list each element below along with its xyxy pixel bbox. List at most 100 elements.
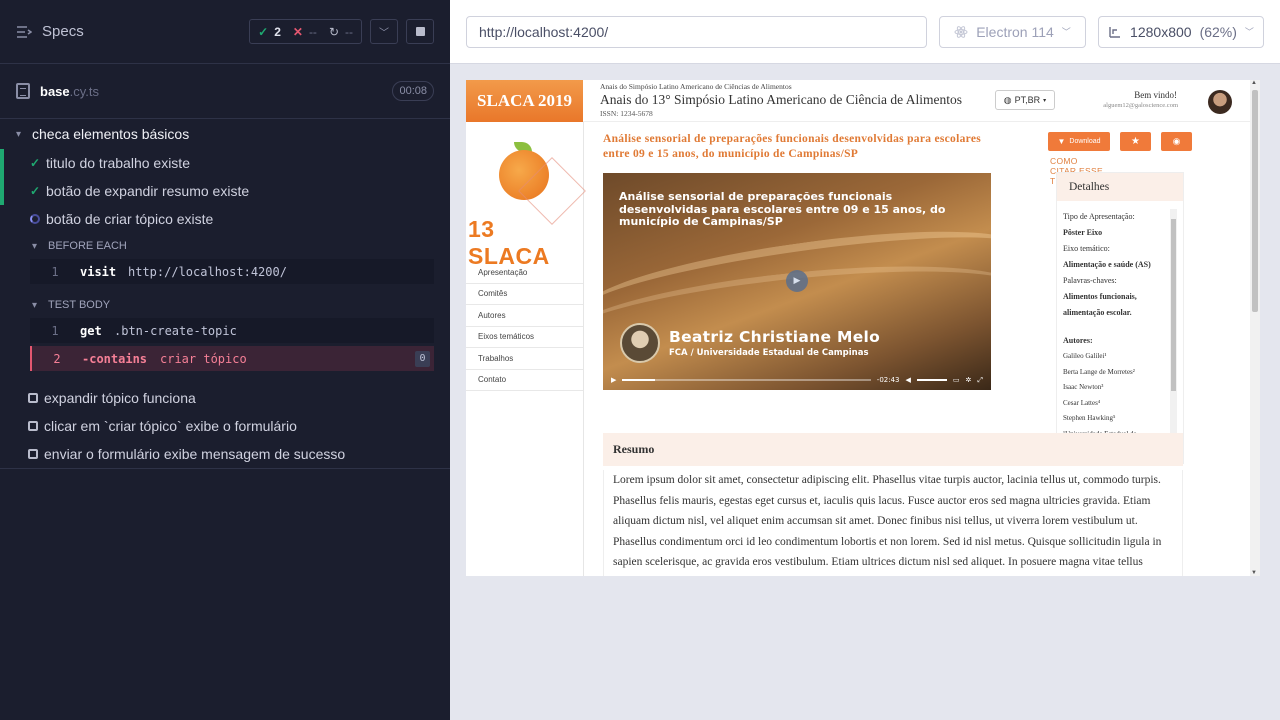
play-overlay-button[interactable]: ▶: [786, 270, 808, 292]
scroll-down-icon[interactable]: ▼: [1251, 570, 1257, 576]
nav-item-autores[interactable]: Autores: [466, 305, 583, 327]
author-name: Isaac Newton³: [1063, 383, 1104, 391]
settings-icon[interactable]: ✲: [966, 376, 972, 384]
test-item[interactable]: ✓ titulo do trabalho existe: [0, 149, 450, 177]
suite-title[interactable]: ▾ checa elementos básicos: [0, 119, 450, 149]
scrollbar-thumb[interactable]: [1171, 219, 1176, 391]
site-logo[interactable]: SLACA 2019: [466, 80, 583, 122]
aut-panel: http://localhost:4200/ Electron 114 ﹀ 12…: [450, 0, 1280, 720]
test-item[interactable]: ✓ botão de expandir resumo existe: [0, 177, 450, 205]
test-item-pending[interactable]: expandir tópico funciona: [0, 384, 450, 412]
command-row-active[interactable]: 2 -contains criar tópico 0: [30, 346, 434, 371]
download-label: Download: [1069, 138, 1101, 145]
test-title: enviar o formulário exibe mensagem de su…: [44, 446, 346, 462]
header-issn: ISSN: 1234-5678: [600, 109, 653, 118]
pending-icon: [28, 393, 38, 403]
chevron-down-icon: ﹀: [1244, 27, 1254, 37]
test-item-pending[interactable]: enviar o formulário exibe mensagem de su…: [0, 440, 450, 468]
stop-button[interactable]: [406, 19, 434, 44]
caret-down-icon: ▾: [16, 128, 22, 140]
keywords-label: Palavras-chaves:: [1063, 276, 1117, 285]
suite-title-text: checa elementos básicos: [32, 126, 190, 142]
details-panel: Detalhes Tipo de Apresentação: Pôster Ei…: [1056, 172, 1184, 464]
resumo-text: Lorem ipsum dolor sit amet, consectetur …: [603, 470, 1183, 576]
volume-icon[interactable]: ◀: [906, 376, 911, 384]
test-title: titulo do trabalho existe: [46, 155, 190, 171]
doi-button[interactable]: ◉: [1161, 132, 1192, 151]
chevron-down-icon: ﹀: [379, 28, 389, 39]
command-row[interactable]: 1 visit http://localhost:4200/: [30, 259, 434, 284]
nav-item-trabalhos[interactable]: Trabalhos: [466, 348, 583, 370]
spec-file-header[interactable]: base .cy.ts 00:08: [0, 64, 450, 119]
play-icon[interactable]: ▶: [611, 376, 616, 384]
command-arg: criar tópico: [160, 351, 247, 366]
progress-bar[interactable]: [622, 379, 871, 381]
url-bar[interactable]: http://localhost:4200/: [466, 15, 927, 48]
theme-value: Alimentação e saúde (AS): [1063, 260, 1151, 269]
caret-down-icon: ▾: [32, 240, 38, 252]
header-subtitle: Anais do Simpósio Latino Americano de Ci…: [600, 82, 792, 91]
pending-icon: [28, 449, 38, 459]
command-row[interactable]: 1 get .btn-create-topic: [30, 318, 434, 343]
author-name: Stephen Hawking⁵: [1063, 414, 1116, 422]
hook-test-body[interactable]: ▾ TEST BODY: [0, 292, 450, 318]
article-title: Análise sensorial de preparações funcion…: [603, 133, 981, 160]
avatar[interactable]: [1208, 90, 1232, 114]
theme-label: Eixo temático:: [1063, 244, 1110, 253]
captions-icon[interactable]: ▭: [953, 376, 960, 384]
element-count-badge: 0: [415, 351, 430, 367]
nav-item-contato[interactable]: Contato: [466, 370, 583, 391]
volume-slider[interactable]: [916, 379, 947, 381]
scroll-up-icon[interactable]: ▲: [1251, 80, 1257, 86]
presenter-photo: [620, 323, 660, 363]
page-scrollbar[interactable]: ▲ ▼: [1250, 80, 1260, 576]
viewport-info[interactable]: 1280x800 (62%) ﹀: [1098, 15, 1264, 48]
specs-toggle[interactable]: Specs: [16, 23, 84, 40]
test-item-running[interactable]: botão de criar tópico existe: [0, 205, 450, 233]
command-name: get: [80, 323, 102, 338]
nav-item-comites[interactable]: Comitês: [466, 284, 583, 305]
browser-label: Electron 114: [976, 23, 1054, 40]
star-icon: ★: [1131, 136, 1140, 147]
favorite-button[interactable]: ★: [1120, 132, 1151, 151]
language-label: PT,BR: [1014, 95, 1041, 105]
hook-before-each[interactable]: ▾ BEFORE EACH: [0, 233, 450, 259]
divider: [0, 468, 450, 469]
spec-file-name: base: [40, 83, 70, 99]
auto-scroll-button[interactable]: ﹀: [370, 19, 398, 44]
welcome-text: Bem vindo!: [1134, 90, 1177, 100]
test-title: botão de expandir resumo existe: [46, 183, 250, 199]
presentation-value: Pôster Eixo: [1063, 228, 1103, 237]
electron-icon: [954, 25, 968, 38]
specs-list-icon: [17, 25, 32, 38]
command-arg: .btn-create-topic: [114, 323, 237, 338]
download-button[interactable]: ▼ Download: [1048, 132, 1110, 151]
test-item-pending[interactable]: clicar em `criar tópico` exibe o formulá…: [0, 412, 450, 440]
stats-group: ✓ 2 ✕ -- ↻ -- ﹀: [249, 19, 434, 44]
passed-icon: ✓: [258, 24, 269, 39]
browser-select[interactable]: Electron 114 ﹀: [939, 15, 1086, 48]
failed-icon: ✕: [292, 24, 303, 39]
command-name: visit: [80, 264, 117, 279]
video-time: -02:43: [876, 376, 900, 384]
details-scrollbar[interactable]: [1170, 209, 1177, 457]
specs-label: Specs: [42, 23, 84, 40]
test-title: botão de criar tópico existe: [46, 211, 214, 227]
video-player[interactable]: Análise sensorial de preparações funcion…: [603, 173, 991, 390]
caret-down-icon: ▾: [1043, 97, 1047, 104]
nav-item-eixos[interactable]: Eixos temáticos: [466, 327, 583, 348]
language-select[interactable]: ◍ PT,BR ▾: [995, 90, 1055, 110]
check-icon: ✓: [30, 156, 41, 170]
fullscreen-icon[interactable]: ⤢: [977, 376, 983, 385]
viewport-icon: [1109, 26, 1121, 38]
globe-icon: ◍: [1003, 94, 1012, 105]
play-icon: ▶: [793, 276, 801, 286]
spec-duration: 00:08: [392, 81, 434, 101]
spinner-icon: [30, 214, 40, 224]
stop-icon: [415, 27, 425, 36]
reporter-panel: Specs ✓ 2 ✕ -- ↻ -- ﹀ base .cy.ts 00:08 …: [0, 0, 450, 720]
command-index: 1: [51, 323, 59, 338]
resumo-heading: Resumo: [603, 433, 1183, 466]
scrollbar-thumb[interactable]: [1252, 90, 1258, 312]
authors-label: Autores:: [1063, 336, 1093, 345]
